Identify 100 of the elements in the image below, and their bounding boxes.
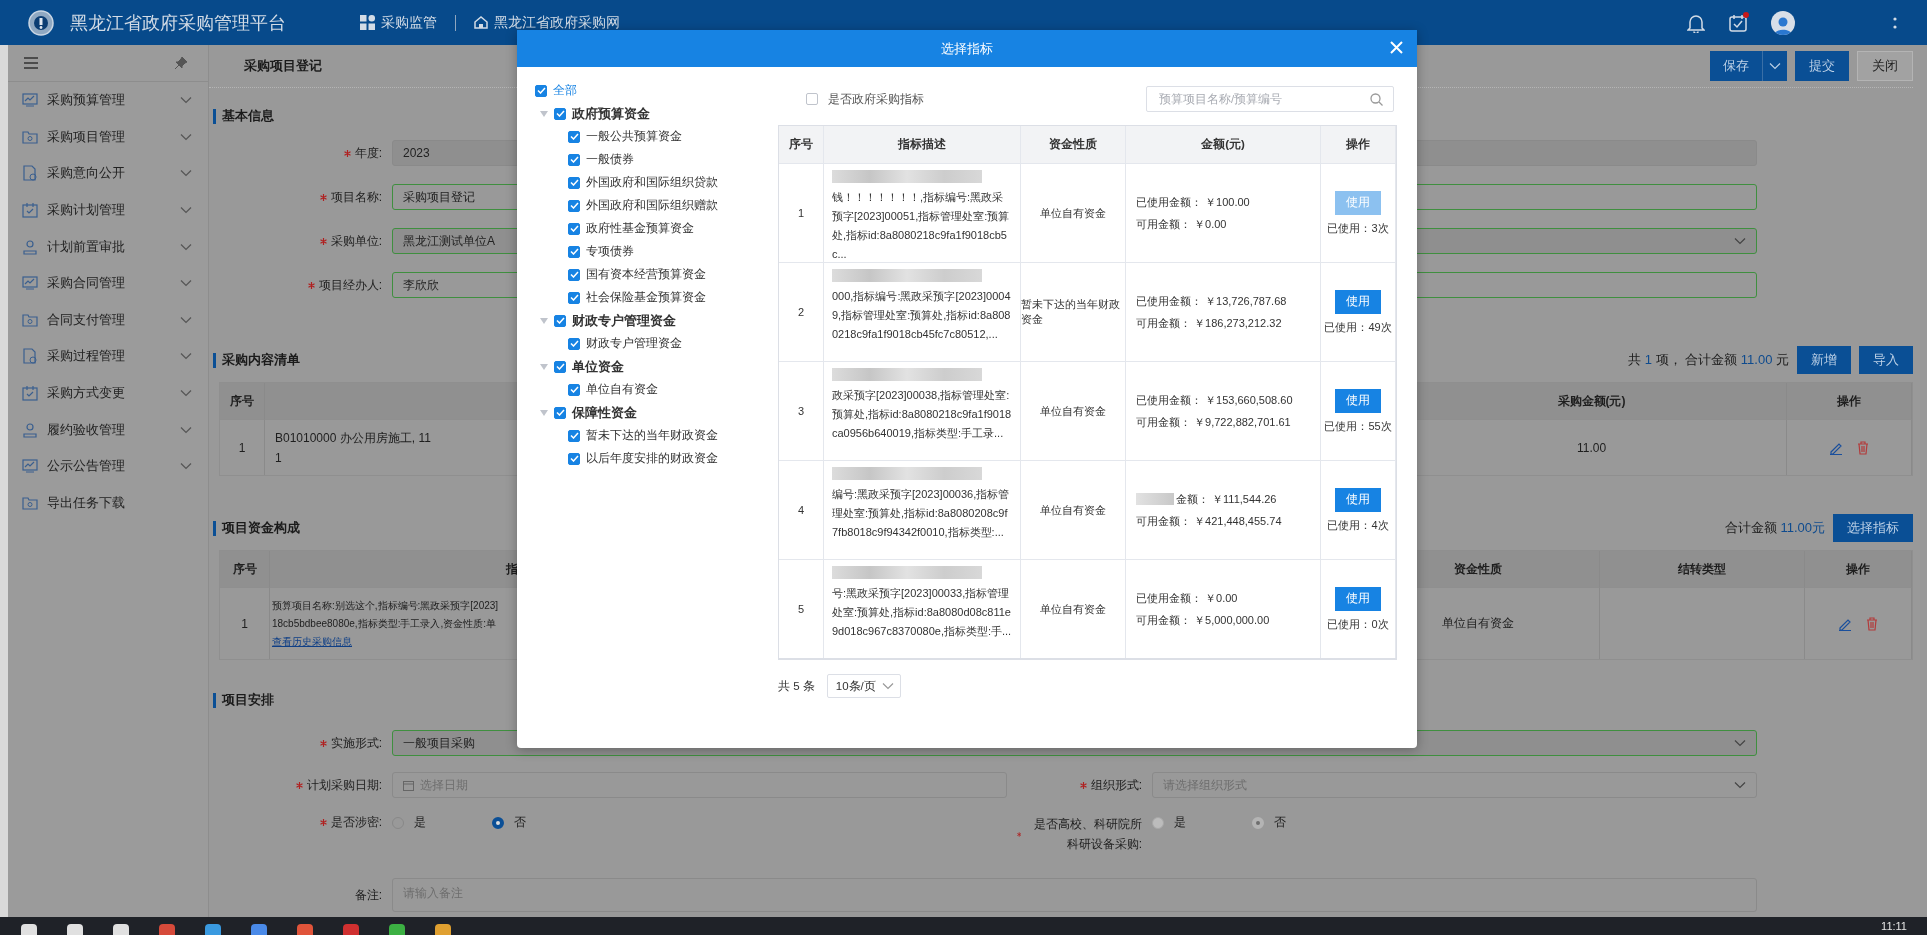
use-button[interactable]: 使用 [1335, 586, 1381, 611]
trash-icon[interactable] [1857, 440, 1869, 455]
app-icon[interactable] [434, 923, 452, 935]
action-button[interactable]: 关闭 [1857, 51, 1913, 81]
tree-item[interactable]: 一般公共预算资金 [586, 128, 682, 145]
nav-link[interactable]: 采购监管 [360, 13, 437, 32]
sidebar-item[interactable]: 采购方式变更 [8, 374, 208, 412]
checkbox[interactable] [568, 130, 580, 143]
checkbox[interactable] [554, 406, 566, 419]
column-header: 金额(元) [1126, 126, 1321, 163]
checkbox[interactable] [535, 84, 547, 97]
select-indicator-button[interactable]: 选择指标 [1833, 514, 1913, 542]
radio-option[interactable]: 是 [392, 814, 492, 831]
menu-icon[interactable] [24, 57, 38, 69]
radio-option[interactable]: 否 [492, 814, 592, 831]
app-icon[interactable] [20, 923, 38, 935]
table-cell: 单位自有资金 [1021, 163, 1126, 262]
sidebar-item[interactable]: 采购合同管理 [8, 264, 208, 302]
tree-item[interactable]: 单位资金 [572, 357, 624, 376]
tree-item[interactable]: 财政专户管理资金 [572, 311, 676, 330]
nav-link[interactable]: 黑龙江省政府采购网 [474, 13, 620, 32]
usage-count: 已使用：55次 [1324, 418, 1392, 434]
save-button[interactable]: 保存 [1710, 51, 1762, 81]
table-cell: 3 [779, 361, 824, 460]
trash-icon[interactable] [1866, 616, 1878, 631]
field-label: 备注: [354, 886, 382, 904]
checkbox[interactable] [568, 176, 580, 189]
checkbox[interactable] [568, 222, 580, 235]
tree-item[interactable]: 国有资本经营预算资金 [586, 266, 706, 283]
dialog-title: 选择指标 [941, 39, 993, 58]
checkbox[interactable] [568, 291, 580, 304]
tree-item[interactable]: 单位自有资金 [586, 381, 658, 398]
app-icon[interactable] [66, 923, 84, 935]
sidebar-item[interactable]: 采购意向公开 [8, 155, 208, 192]
calendar-check-icon [1729, 13, 1747, 32]
checkbox[interactable] [568, 429, 580, 442]
checkbox[interactable] [568, 452, 580, 465]
tree-item[interactable]: 一般债券 [586, 151, 634, 168]
use-button[interactable]: 使用 [1335, 388, 1381, 413]
total-count: 共 5 条 [778, 678, 815, 694]
task-button[interactable] [1729, 13, 1747, 32]
redacted-text [1136, 493, 1174, 505]
sidebar-item[interactable]: 公示公告管理 [8, 447, 208, 485]
checkbox[interactable] [568, 337, 580, 350]
checkbox[interactable] [554, 360, 566, 373]
sidebar-item[interactable]: 采购过程管理 [8, 338, 208, 375]
sidebar-item[interactable]: 计划前置审批 [8, 228, 208, 265]
tree-item[interactable]: 全部 [553, 82, 577, 99]
menu-item-icon [22, 202, 38, 219]
action-button[interactable]: 导入 [1859, 346, 1913, 374]
close-button[interactable] [1390, 41, 1403, 54]
action-button[interactable]: 新增 [1797, 346, 1851, 374]
checkbox[interactable] [568, 383, 580, 396]
checkbox[interactable] [568, 245, 580, 258]
checkbox[interactable] [568, 153, 580, 166]
tree-item[interactable]: 政府性基金预算资金 [586, 220, 694, 237]
app-icon[interactable] [204, 923, 222, 935]
amount-text: 金额： ￥111,544.26 [1176, 491, 1277, 507]
home-icon [474, 16, 488, 29]
use-button[interactable]: 使用 [1335, 289, 1381, 314]
tree-item[interactable]: 财政专户管理资金 [586, 335, 682, 352]
avatar[interactable] [1771, 10, 1795, 35]
page-size-select[interactable]: 10条/页 [826, 674, 901, 698]
checkbox[interactable] [554, 314, 566, 327]
column-header: 操作 [1787, 383, 1912, 419]
dropdown-button[interactable] [1762, 51, 1787, 81]
tree-item[interactable]: 以后年度安排的财政资金 [586, 450, 718, 467]
tree-item[interactable]: 外国政府和国际组织赠款 [586, 197, 718, 214]
menu-item-icon [22, 458, 38, 475]
chevron-icon [180, 132, 192, 141]
tree-item[interactable]: 保障性资金 [572, 403, 637, 422]
pin-icon[interactable] [174, 56, 188, 70]
sidebar-item[interactable]: 合同支付管理 [8, 301, 208, 339]
notification-button[interactable] [1687, 12, 1705, 33]
tree-item[interactable]: 社会保险基金预算资金 [586, 289, 706, 306]
tree-item[interactable]: 外国政府和国际组织贷款 [586, 174, 718, 191]
field-label: 是否高校、科研院所科研设备采购: [1033, 816, 1142, 853]
column-header: 指标描述 [824, 126, 1021, 163]
tree-item[interactable]: 专项债券 [586, 243, 634, 260]
menu-item-icon [22, 128, 38, 145]
checkbox[interactable] [568, 199, 580, 212]
app-icon[interactable] [112, 923, 130, 935]
app-icon[interactable] [388, 923, 406, 935]
sidebar-item[interactable]: 采购项目管理 [8, 118, 208, 156]
amount-text: 可用金额： ￥0.00 [1136, 216, 1227, 232]
sidebar-item[interactable]: 采购计划管理 [8, 191, 208, 229]
use-button[interactable]: 使用 [1335, 487, 1381, 512]
checkbox[interactable] [806, 93, 818, 105]
history-link[interactable]: 查看历史采购信息 [272, 634, 499, 649]
more-icon[interactable] [1893, 15, 1897, 30]
checkbox[interactable] [568, 268, 580, 281]
action-button[interactable]: 提交 [1795, 51, 1849, 81]
bell-icon [1687, 12, 1705, 33]
sidebar-item[interactable]: 履约验收管理 [8, 411, 208, 448]
tree-item[interactable]: 政府预算资金 [572, 104, 650, 123]
sidebar-item[interactable]: 采购预算管理 [8, 82, 208, 119]
checkbox[interactable] [554, 107, 566, 120]
app-title: 黑龙江省政府采购管理平台 [70, 11, 287, 35]
tree-item[interactable]: 暂未下达的当年财政资金 [586, 427, 718, 444]
sidebar-item[interactable]: 导出任务下载 [8, 484, 208, 522]
